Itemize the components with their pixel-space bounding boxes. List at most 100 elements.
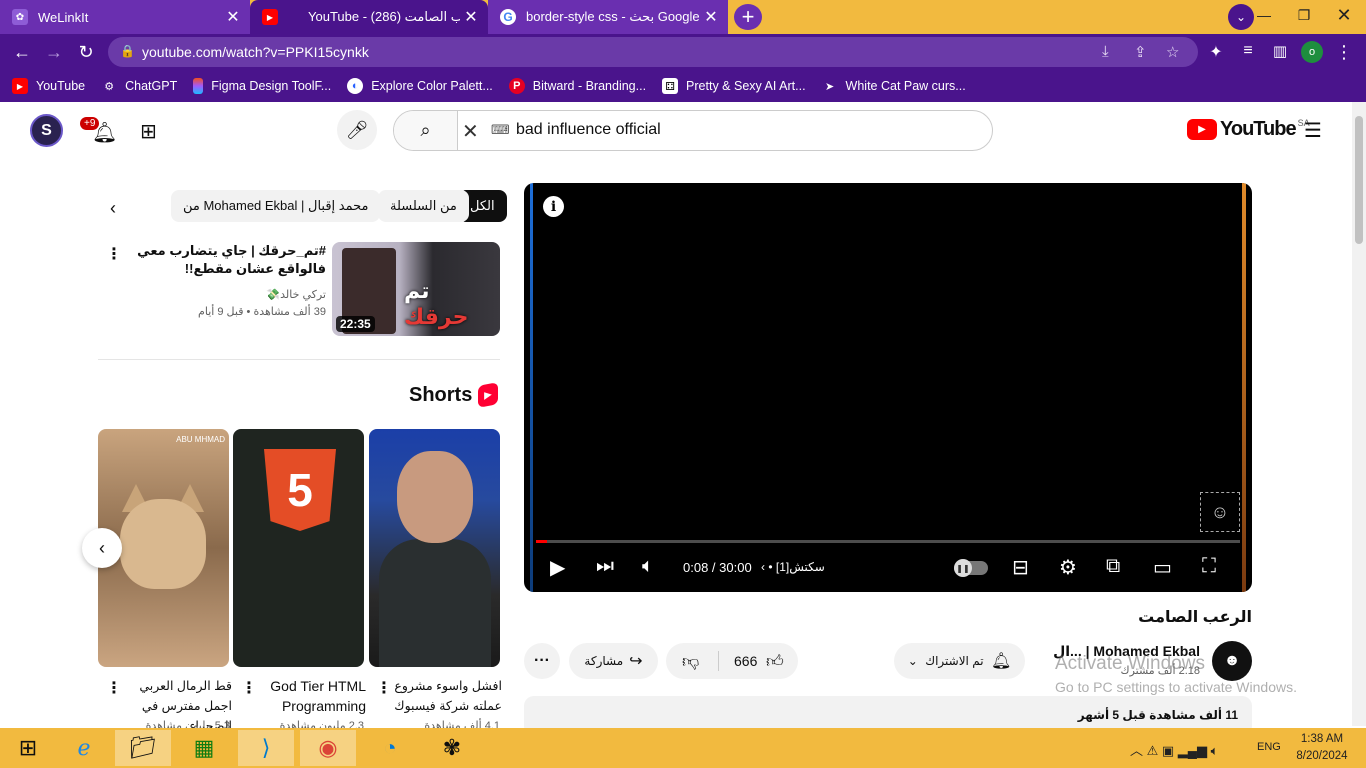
forward-icon[interactable]: → xyxy=(43,42,65,63)
chip-from-channel[interactable]: من Mohamed Ekbal | محمد إقبال xyxy=(171,190,381,222)
edge-icon[interactable]: ◔ xyxy=(362,730,418,766)
more-actions-button[interactable]: ··· xyxy=(524,643,560,679)
clock-date[interactable]: 8/20/2024 xyxy=(1292,750,1352,762)
bookmark-ai-art[interactable]: ⚃ Pretty & Sexy AI Art... xyxy=(662,78,806,94)
keyboard-icon[interactable]: ⌨ xyxy=(491,122,510,138)
chapter-title[interactable]: سكتش[1] • › xyxy=(761,560,825,574)
restore-icon[interactable]: ❐ xyxy=(1284,0,1324,30)
bookmark-bitward[interactable]: P Bitward - Branding... xyxy=(508,78,646,94)
close-tab-icon[interactable]: ✕ xyxy=(700,7,722,27)
close-tab-icon[interactable]: ✕ xyxy=(460,7,482,27)
like-icon[interactable]: 👍︎ xyxy=(766,651,784,672)
system-tray-icons[interactable]: ︿ ⚠ ▣ ▂▄▆ 🔈︎ xyxy=(1130,740,1218,759)
url-text[interactable]: youtube.com/watch?v=PPKI15cynkk xyxy=(142,44,369,60)
app-icon[interactable]: ✾ xyxy=(424,730,480,766)
bookmark-star-icon[interactable]: ☆ xyxy=(1166,43,1179,61)
bookmark-chatgpt[interactable]: ⚙ ChatGPT xyxy=(101,78,177,94)
bookmark-cat-cursor[interactable]: ➤ White Cat Paw curs... xyxy=(822,78,966,94)
clock-time[interactable]: 1:38 AM xyxy=(1292,733,1352,745)
new-tab-button[interactable]: + xyxy=(734,4,762,30)
related-video-channel[interactable]: تركي خالد💸 xyxy=(200,288,326,301)
extensions-icon[interactable]: ✦ xyxy=(1205,42,1227,62)
back-icon[interactable]: ← xyxy=(11,42,33,63)
short-title[interactable]: God Tier HTML Programming xyxy=(256,676,366,716)
short-thumbnail-facebook[interactable] xyxy=(369,429,500,667)
browser-menu-icon[interactable]: ⋮ xyxy=(1333,42,1355,63)
tab-title: WeLinkIt xyxy=(38,9,89,25)
cat-figure xyxy=(120,499,206,589)
search-icon[interactable]: ⌕ xyxy=(394,111,458,150)
store-icon[interactable]: ▦ xyxy=(176,730,232,766)
next-icon[interactable]: ⏭︎ xyxy=(596,555,614,578)
create-video-icon[interactable]: ⊞ xyxy=(140,119,157,144)
scrollbar-thumb[interactable] xyxy=(1355,116,1363,244)
cursor-icon: ➤ xyxy=(824,80,835,93)
youtube-icon: ▶ xyxy=(262,9,278,25)
share-arrow-icon: ↪ xyxy=(629,653,643,670)
pinterest-icon: P xyxy=(508,78,525,94)
info-icon[interactable]: i xyxy=(543,196,564,217)
related-video-thumbnail[interactable]: تم حرقك 22:35 xyxy=(332,242,500,336)
chrome-icon[interactable]: ◉ xyxy=(300,730,356,766)
more-options-icon[interactable]: ⋮ xyxy=(106,678,122,698)
media-control-icon[interactable]: ≡ xyxy=(1237,42,1259,60)
subscribed-button[interactable]: ⌄ تم الاشتراك 🔔︎ xyxy=(894,643,1025,679)
tab-youtube[interactable]: ▶ YouTube - الرعب الصامت (286) ✕ xyxy=(250,0,488,34)
more-options-icon[interactable]: ⋮ xyxy=(241,678,257,698)
like-count[interactable]: 666 xyxy=(734,653,757,669)
progress-bar[interactable] xyxy=(536,540,1240,543)
theater-mode-icon[interactable]: ▭ xyxy=(1153,555,1172,580)
user-avatar[interactable]: S xyxy=(30,114,63,147)
time-display: 0:08 / 30:00 xyxy=(683,560,752,575)
tab-google[interactable]: G border-style css - بحث Google ✕ xyxy=(488,0,728,34)
more-options-icon[interactable]: ⋮ xyxy=(376,678,392,698)
chevron-left-icon[interactable]: ‹ xyxy=(110,198,116,219)
activation-subtitle: Go to PC settings to activate Windows. xyxy=(1055,679,1297,695)
video-views: 11 ألف مشاهدة xyxy=(1149,708,1238,722)
share-button[interactable]: مشاركة ↪ xyxy=(569,643,658,679)
language-indicator[interactable]: ENG xyxy=(1257,741,1281,753)
video-meta: 11 ألف مشاهدة قبل 5 أشهر xyxy=(1078,708,1238,722)
fullscreen-icon[interactable]: ⛶ xyxy=(1202,555,1216,578)
install-icon[interactable]: ⤓ xyxy=(1102,43,1109,60)
hamburger-menu-icon[interactable]: ☰ xyxy=(1304,118,1322,143)
share-icon[interactable]: ⇪ xyxy=(1134,43,1147,61)
minimize-icon[interactable]: — xyxy=(1244,0,1284,30)
search-input[interactable]: bad influence official xyxy=(516,121,661,139)
related-video-title[interactable]: #تم_حرقك | جاي يتضارب معي فالواقع عشان م… xyxy=(120,242,326,278)
bookmark-color-palettes[interactable]: ◐ Explore Color Palett... xyxy=(347,78,493,94)
voice-search-icon[interactable]: 🎤︎ xyxy=(337,110,377,150)
internet-explorer-icon[interactable]: ℯ xyxy=(56,730,112,766)
reload-icon[interactable]: ↻ xyxy=(75,42,97,63)
bookmark-youtube[interactable]: ▶ YouTube xyxy=(12,78,85,94)
file-explorer-icon[interactable]: 📁︎ xyxy=(115,730,171,766)
tab-welinkit[interactable]: ✿ WeLinkIt ✕ xyxy=(0,0,250,34)
settings-gear-icon[interactable]: ⚙ xyxy=(1059,555,1077,580)
volume-icon[interactable]: 🔈︎ xyxy=(642,555,654,578)
profile-avatar[interactable]: o xyxy=(1301,41,1323,63)
channel-watermark[interactable]: ☺ xyxy=(1200,492,1240,532)
close-tab-icon[interactable]: ✕ xyxy=(222,7,244,27)
miniplayer-icon[interactable]: ⧉ xyxy=(1106,555,1120,578)
address-bar[interactable]: 🔒 youtube.com/watch?v=PPKI15cynkk ⤓ ⇪ ☆ xyxy=(108,37,1198,67)
play-icon[interactable]: ▶ xyxy=(550,555,565,580)
clear-search-icon[interactable]: ✕ xyxy=(462,119,479,144)
lock-icon[interactable]: 🔒 xyxy=(120,44,135,58)
windows-start-icon[interactable]: ⊞ xyxy=(0,730,56,766)
short-thumbnail-html[interactable]: 5 xyxy=(233,429,364,667)
more-options-icon[interactable]: ⋮ xyxy=(106,244,122,264)
chip-from-series[interactable]: من السلسلة xyxy=(378,190,469,222)
related-video-meta: 39 ألف مشاهدة • قبل 9 أيام xyxy=(198,306,326,318)
video-player[interactable]: i ☺ ▶ ⏭︎ 🔈︎ 0:08 / 30:00 سكتش[1] • › ❚❚ … xyxy=(524,183,1252,592)
vscode-icon[interactable]: ⟩ xyxy=(238,730,294,766)
autoplay-toggle[interactable]: ❚❚ xyxy=(954,559,988,577)
youtube-logo[interactable]: ▶ YouTube SA xyxy=(1187,118,1310,141)
close-window-icon[interactable]: ✕ xyxy=(1324,0,1364,30)
bookmark-figma[interactable]: Figma Design ToolF... xyxy=(193,78,331,94)
dislike-icon[interactable]: 👎︎ xyxy=(682,651,699,672)
shorts-previous-button[interactable]: ‹ xyxy=(82,528,122,568)
search-box[interactable]: ⌕ ✕ ⌨ bad influence official xyxy=(393,110,993,151)
subtitles-icon[interactable]: ⊟ xyxy=(1012,555,1029,580)
side-panel-icon[interactable]: ▥ xyxy=(1269,42,1291,60)
page-scrollbar[interactable] xyxy=(1352,102,1366,726)
